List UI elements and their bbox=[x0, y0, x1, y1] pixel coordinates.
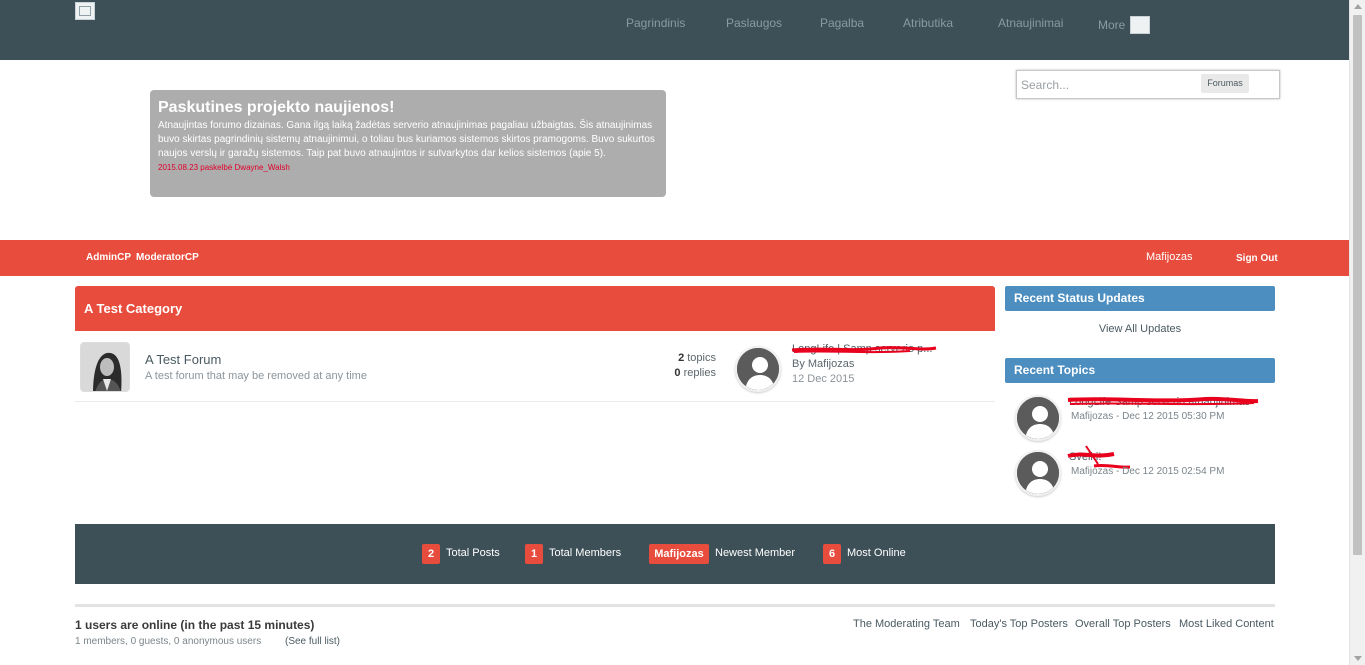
forum-description: A test forum that may be removed at any … bbox=[145, 370, 367, 382]
scroll-up-arrow-icon[interactable] bbox=[1354, 4, 1362, 9]
recent-topics-header: Recent Topics bbox=[1005, 358, 1275, 383]
forum-icon-art bbox=[81, 343, 129, 391]
category-header: A Test Category bbox=[75, 286, 995, 331]
forum-topics-stat: 2 topics bbox=[678, 352, 716, 364]
last-post-by: By Mafijozas bbox=[792, 358, 855, 370]
more-menu-image[interactable] bbox=[1130, 16, 1150, 34]
nav-item-paslaugos[interactable]: Paslaugos bbox=[726, 16, 782, 30]
total-members-label: Total Members bbox=[549, 547, 622, 559]
forum-topics-count: 2 bbox=[678, 352, 685, 364]
sign-out-link[interactable]: Sign Out bbox=[1236, 253, 1278, 264]
top-navbar: Pagrindinis Paslaugos Pagalba Atributika… bbox=[0, 0, 1349, 60]
category-title[interactable]: A Test Category bbox=[84, 301, 182, 316]
news-box: Paskutines projekto naujienos! Atnaujint… bbox=[150, 90, 666, 197]
todays-top-posters-link[interactable]: Today's Top Posters bbox=[970, 618, 1068, 630]
nav-item-atributika[interactable]: Atributika bbox=[903, 16, 953, 30]
forum-replies-label: replies bbox=[683, 367, 716, 379]
recent-status-header: Recent Status Updates bbox=[1005, 286, 1275, 311]
scroll-thumb[interactable] bbox=[1353, 15, 1362, 555]
online-users-title: 1 users are online (in the past 15 minut… bbox=[75, 618, 315, 632]
recent-topic-meta: Mafijozas - Dec 12 2015 05:30 PM bbox=[1071, 411, 1225, 422]
page-scrollbar[interactable] bbox=[1349, 0, 1365, 665]
footer-divider bbox=[75, 604, 1275, 607]
recent-topics-title: Recent Topics bbox=[1014, 363, 1096, 377]
nav-item-more[interactable]: More bbox=[1098, 18, 1125, 32]
scroll-down-arrow-icon[interactable] bbox=[1354, 656, 1362, 661]
news-meta: 2015.08.23 paskelbė Dwayne_Walsh bbox=[158, 163, 290, 172]
moderating-team-link[interactable]: The Moderating Team bbox=[853, 618, 960, 630]
news-title: Paskutines projekto naujienos! bbox=[158, 99, 395, 116]
last-poster-avatar[interactable] bbox=[735, 346, 781, 392]
recent-topic-avatar[interactable] bbox=[1015, 450, 1061, 496]
default-avatar-icon bbox=[1017, 452, 1059, 494]
online-users-summary: 1 members, 0 guests, 0 anonymous users bbox=[75, 636, 262, 647]
most-online-badge: 6 bbox=[823, 544, 841, 564]
most-liked-content-link[interactable]: Most Liked Content bbox=[1179, 618, 1274, 630]
forum-page: Pagrindinis Paslaugos Pagalba Atributika… bbox=[0, 0, 1365, 665]
see-full-list-link[interactable]: (See full list) bbox=[285, 636, 340, 647]
nav-item-pagalba[interactable]: Pagalba bbox=[820, 16, 864, 30]
forum-replies-count: 0 bbox=[674, 367, 681, 379]
forum-topics-label: topics bbox=[687, 352, 716, 364]
nav-item-atnaujinimai[interactable]: Atnaujinimai bbox=[998, 16, 1063, 30]
newest-member-link[interactable]: Mafijozas bbox=[649, 544, 709, 564]
search-input[interactable] bbox=[1021, 76, 1201, 94]
redaction-scribble bbox=[1067, 396, 1259, 406]
search-scope-button[interactable]: Forumas bbox=[1201, 74, 1249, 93]
nav-item-pagrindinis[interactable]: Pagrindinis bbox=[626, 16, 685, 30]
forum-replies-stat: 0 replies bbox=[674, 367, 716, 379]
user-menu-link[interactable]: Mafijozas bbox=[1146, 251, 1192, 263]
total-posts-badge: 2 bbox=[422, 544, 440, 564]
user-bar: AdminCP ModeratorCP Mafijozas Sign Out bbox=[0, 240, 1349, 276]
news-body: Atnaujintas forumo dizainas. Gana ilgą l… bbox=[158, 120, 655, 159]
most-online-label: Most Online bbox=[847, 547, 906, 559]
moderatorcp-link[interactable]: ModeratorCP bbox=[136, 252, 199, 263]
forum-icon-image[interactable] bbox=[80, 342, 130, 392]
newest-member-label: Newest Member bbox=[715, 547, 796, 559]
default-avatar-icon bbox=[737, 348, 779, 390]
overall-top-posters-link[interactable]: Overall Top Posters bbox=[1075, 618, 1171, 630]
default-avatar-icon bbox=[1017, 397, 1059, 439]
total-posts-label: Total Posts bbox=[446, 547, 500, 559]
last-post-date: 12 Dec 2015 bbox=[792, 373, 855, 385]
forum-name-link[interactable]: A Test Forum bbox=[145, 352, 221, 367]
admincp-link[interactable]: AdminCP bbox=[86, 252, 131, 263]
total-members-badge: 1 bbox=[525, 544, 543, 564]
recent-topic-meta: Mafijozas - Dec 12 2015 02:54 PM bbox=[1071, 466, 1225, 477]
recent-topic-avatar[interactable] bbox=[1015, 395, 1061, 441]
redaction-scribble bbox=[791, 346, 937, 354]
forum-row: A Test Forum A test forum that may be re… bbox=[75, 331, 995, 402]
recent-status-title: Recent Status Updates bbox=[1014, 291, 1145, 305]
view-all-updates-link[interactable]: View All Updates bbox=[1005, 323, 1275, 335]
site-logo-image[interactable] bbox=[75, 2, 95, 20]
